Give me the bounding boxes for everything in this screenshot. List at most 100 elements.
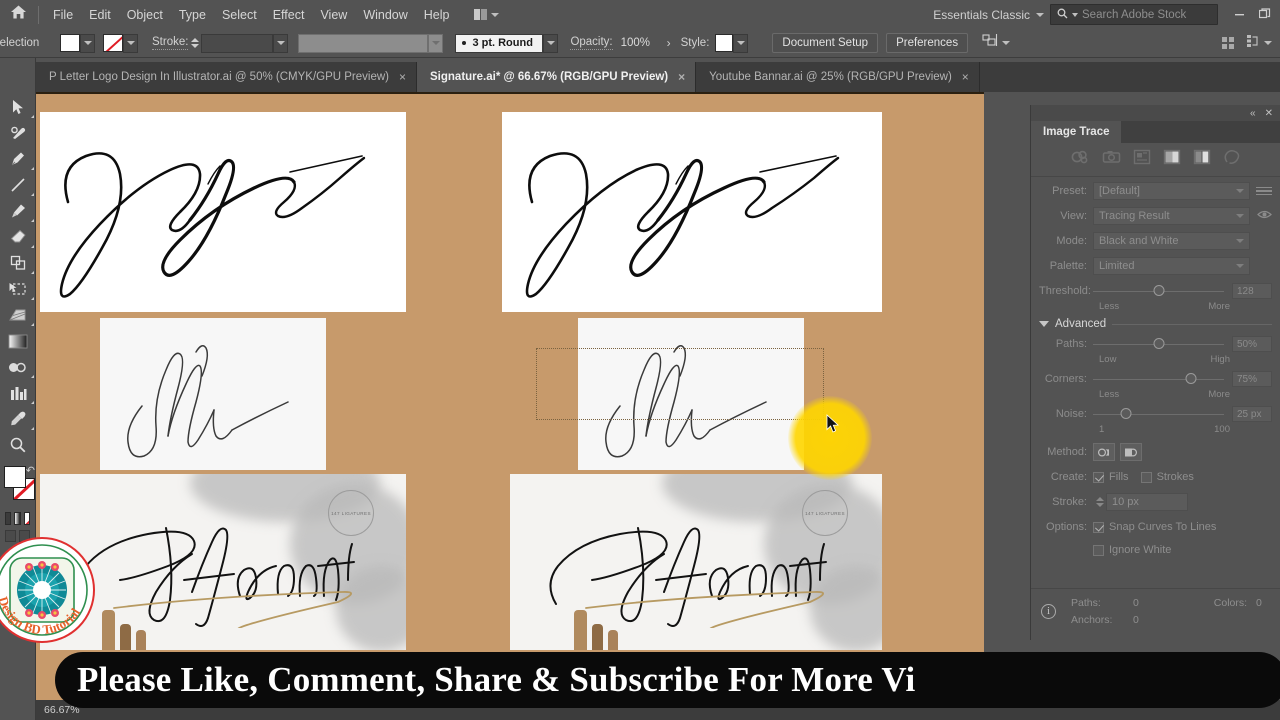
- paths-value[interactable]: 50%: [1232, 336, 1272, 352]
- palette-select[interactable]: Limited: [1093, 257, 1250, 275]
- signature-artboard-3[interactable]: [100, 318, 326, 470]
- stroke-dropdown[interactable]: [123, 33, 138, 53]
- view-select[interactable]: Tracing Result: [1093, 207, 1250, 225]
- swap-fill-stroke-icon[interactable]: ↶: [26, 464, 35, 477]
- stroke-weight-dropdown[interactable]: [273, 33, 289, 53]
- collapse-panel-icon[interactable]: «: [1250, 108, 1256, 119]
- tab-image-trace[interactable]: Image Trace: [1031, 121, 1122, 143]
- preferences-button[interactable]: Preferences: [886, 33, 969, 53]
- outline-icon[interactable]: [1223, 149, 1241, 170]
- close-icon[interactable]: ×: [399, 71, 406, 83]
- overlapping-method-icon[interactable]: [1120, 443, 1142, 461]
- opacity-more-button[interactable]: ›: [665, 36, 673, 50]
- close-icon[interactable]: ×: [678, 71, 685, 83]
- menu-help[interactable]: Help: [416, 5, 458, 25]
- stroke-width-stepper[interactable]: [1093, 493, 1106, 512]
- brush-definition-dropdown[interactable]: [543, 33, 559, 53]
- fill-swatch[interactable]: [60, 34, 80, 52]
- document-tab-youtube-banner[interactable]: Youtube Bannar.ai @ 25% (RGB/GPU Preview…: [696, 62, 980, 92]
- paintbrush-tool[interactable]: [0, 198, 36, 224]
- workspace-switcher[interactable]: Essentials Classic: [927, 5, 1036, 25]
- preset-select[interactable]: [Default]: [1093, 182, 1250, 200]
- low-color-icon[interactable]: [1133, 149, 1151, 170]
- document-tab-signature[interactable]: Signature.ai* @ 66.67% (RGB/GPU Preview)…: [417, 62, 697, 92]
- opacity-input[interactable]: 100%: [621, 37, 665, 49]
- eyedropper-tool[interactable]: [0, 406, 36, 432]
- window-restore-button[interactable]: [1252, 0, 1278, 29]
- eye-icon[interactable]: [1256, 209, 1272, 223]
- free-transform-tool[interactable]: [0, 276, 36, 302]
- menu-type[interactable]: Type: [171, 5, 214, 25]
- info-icon[interactable]: i: [1041, 604, 1056, 619]
- fill-color-swatch[interactable]: [4, 466, 26, 488]
- noise-value[interactable]: 25 px: [1232, 406, 1272, 422]
- strokes-checkbox[interactable]: [1140, 471, 1152, 483]
- none-button[interactable]: [23, 512, 30, 525]
- stroke-width-input[interactable]: 10 px: [1106, 493, 1188, 511]
- selection-tool[interactable]: [0, 94, 36, 120]
- menu-window[interactable]: Window: [355, 5, 415, 25]
- mode-select[interactable]: Black and White: [1093, 232, 1250, 250]
- ignore-white-checkbox[interactable]: [1093, 544, 1104, 556]
- eraser-tool[interactable]: [0, 224, 36, 250]
- fill-dropdown[interactable]: [80, 33, 95, 53]
- arrange-documents-button[interactable]: [470, 7, 504, 22]
- chevron-down-icon[interactable]: [1036, 12, 1044, 17]
- menu-view[interactable]: View: [312, 5, 355, 25]
- snap-curves-checkbox[interactable]: [1093, 521, 1104, 533]
- variable-width-dropdown[interactable]: [428, 33, 444, 53]
- fills-checkbox[interactable]: [1093, 471, 1104, 483]
- graphic-style-swatch[interactable]: [715, 34, 734, 52]
- auto-color-icon[interactable]: [1071, 149, 1090, 170]
- promo-artboard-2[interactable]: 147 LIGATURES: [510, 474, 882, 650]
- document-tab-p-letter-logo[interactable]: P Letter Logo Design In Illustrator.ai @…: [36, 62, 418, 92]
- pen-tool[interactable]: [0, 146, 36, 172]
- menu-edit[interactable]: Edit: [81, 5, 119, 25]
- high-color-icon[interactable]: [1102, 149, 1121, 170]
- stroke-weight-stepper[interactable]: [188, 34, 201, 53]
- threshold-slider[interactable]: [1093, 283, 1224, 299]
- threshold-value[interactable]: 128: [1232, 283, 1272, 299]
- corners-slider[interactable]: [1093, 371, 1224, 387]
- stroke-swatch[interactable]: [103, 34, 123, 52]
- signature-artboard-1[interactable]: [40, 112, 406, 312]
- signature-artboard-2[interactable]: [502, 112, 882, 312]
- advanced-section-header[interactable]: Advanced: [1031, 312, 1280, 330]
- perspective-grid-tool[interactable]: [0, 302, 36, 328]
- line-segment-tool[interactable]: [0, 172, 36, 198]
- blend-tool[interactable]: [0, 354, 36, 380]
- close-icon[interactable]: ×: [962, 71, 969, 83]
- brush-definition[interactable]: 3 pt. Round: [455, 33, 544, 53]
- menu-file[interactable]: File: [45, 5, 81, 25]
- menu-select[interactable]: Select: [214, 5, 265, 25]
- stroke-weight-input[interactable]: [201, 33, 274, 53]
- gradient-button[interactable]: [14, 512, 21, 525]
- arrange-panel-button[interactable]: [1246, 34, 1272, 53]
- column-graph-tool[interactable]: [0, 380, 36, 406]
- search-input[interactable]: Search Adobe Stock: [1082, 9, 1186, 21]
- variable-width-profile[interactable]: [298, 33, 429, 53]
- magic-wand-tool[interactable]: [0, 120, 36, 146]
- grayscale-icon[interactable]: [1163, 149, 1181, 170]
- home-button[interactable]: [0, 0, 36, 29]
- document-canvas[interactable]: 147 LIGATURES 147 LIGATURES: [36, 92, 984, 720]
- menu-effect[interactable]: Effect: [265, 5, 313, 25]
- gradient-tool[interactable]: [0, 328, 36, 354]
- shape-builder-tool[interactable]: [0, 250, 36, 276]
- paths-slider[interactable]: [1093, 336, 1224, 352]
- noise-slider[interactable]: [1093, 406, 1224, 422]
- close-panel-icon[interactable]: ✕: [1265, 108, 1273, 119]
- window-minimize-button[interactable]: [1226, 0, 1252, 29]
- corners-value[interactable]: 75%: [1232, 371, 1272, 387]
- panel-menu-icon[interactable]: [1256, 186, 1272, 196]
- abutting-method-icon[interactable]: [1093, 443, 1115, 461]
- graphic-style-dropdown[interactable]: [733, 33, 749, 53]
- adobe-stock-search[interactable]: Search Adobe Stock: [1050, 4, 1218, 25]
- color-button[interactable]: [5, 512, 12, 525]
- align-objects-button[interactable]: [982, 33, 1011, 53]
- zoom-tool[interactable]: [0, 432, 36, 458]
- menu-object[interactable]: Object: [119, 5, 171, 25]
- transform-grid-icon[interactable]: [1222, 37, 1234, 49]
- document-setup-button[interactable]: Document Setup: [772, 33, 879, 53]
- black-and-white-icon[interactable]: [1193, 149, 1211, 170]
